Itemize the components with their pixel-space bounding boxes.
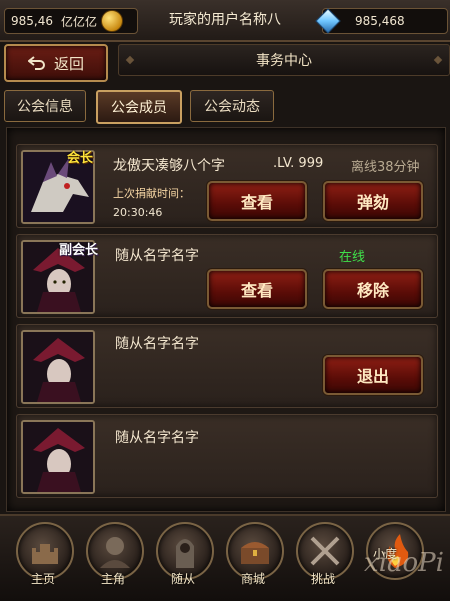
impeach-button[interactable]: 弹劾 bbox=[323, 181, 423, 221]
vice-leader-badge: 副会长 bbox=[59, 243, 99, 258]
gold-amount: 985,46 bbox=[11, 14, 53, 28]
quit-button[interactable]: 退出 bbox=[323, 355, 423, 395]
view-button[interactable]: 查看 bbox=[207, 181, 307, 221]
nav-home-label: 主页 bbox=[30, 572, 55, 586]
member-level: .LV. 999 bbox=[273, 156, 324, 171]
member-name: 随从名字名字 bbox=[115, 248, 199, 264]
view-button[interactable]: 查看 bbox=[207, 269, 307, 309]
player-name: 玩家的用户名称八 bbox=[169, 12, 281, 28]
avatar bbox=[21, 420, 95, 494]
member-status: 离线38分钟 bbox=[351, 160, 420, 175]
member-row: 会长 龙傲天凑够八个字 .LV. 999 离线38分钟 上次捐献时间： 20:3… bbox=[16, 144, 438, 228]
back-label: 返回 bbox=[53, 54, 84, 73]
member-row: 副会长 随从名字名字 在线 查看 移除 bbox=[16, 234, 438, 318]
gold-unit: 亿亿亿 bbox=[61, 14, 98, 29]
nav-follower-label: 随从 bbox=[170, 572, 195, 586]
nav-challenge-label: 挑战 bbox=[310, 572, 335, 586]
avatar bbox=[21, 330, 95, 404]
member-name: 龙傲天凑够八个字 bbox=[113, 158, 225, 174]
watermark: xiaoPi bbox=[364, 548, 444, 578]
tab-guild-members[interactable]: 公会成员 bbox=[96, 90, 182, 124]
remove-button[interactable]: 移除 bbox=[323, 269, 423, 309]
member-status: 在线 bbox=[339, 250, 366, 265]
nav-shop-label: 商城 bbox=[240, 572, 265, 586]
gold-display: 985,46 亿亿亿 bbox=[4, 8, 138, 34]
member-row: 随从名字名字 退出 bbox=[16, 324, 438, 408]
return-arrow-icon bbox=[27, 56, 45, 70]
nav-hero-label: 主角 bbox=[100, 572, 125, 586]
tab-guild-info[interactable]: 公会信息 bbox=[4, 90, 86, 122]
page-title: 事务中心 bbox=[118, 44, 450, 76]
gem-display: 985,468 bbox=[315, 8, 448, 34]
back-button[interactable]: 返回 bbox=[4, 44, 108, 82]
member-name: 随从名字名字 bbox=[115, 430, 199, 446]
gold-coin-icon bbox=[101, 10, 124, 32]
guild-leader-badge: 会长 bbox=[67, 151, 94, 166]
donate-time: 20:30:46 bbox=[113, 206, 163, 219]
tab-guild-activity[interactable]: 公会动态 bbox=[190, 90, 274, 122]
gem-amount: 985,468 bbox=[355, 14, 405, 28]
sorceress-avatar-icon bbox=[23, 422, 93, 492]
donate-time-label: 上次捐献时间： bbox=[113, 187, 190, 200]
member-name: 随从名字名字 bbox=[115, 336, 199, 352]
sorceress-avatar-icon bbox=[23, 332, 93, 402]
member-row: 随从名字名字 bbox=[16, 414, 438, 498]
